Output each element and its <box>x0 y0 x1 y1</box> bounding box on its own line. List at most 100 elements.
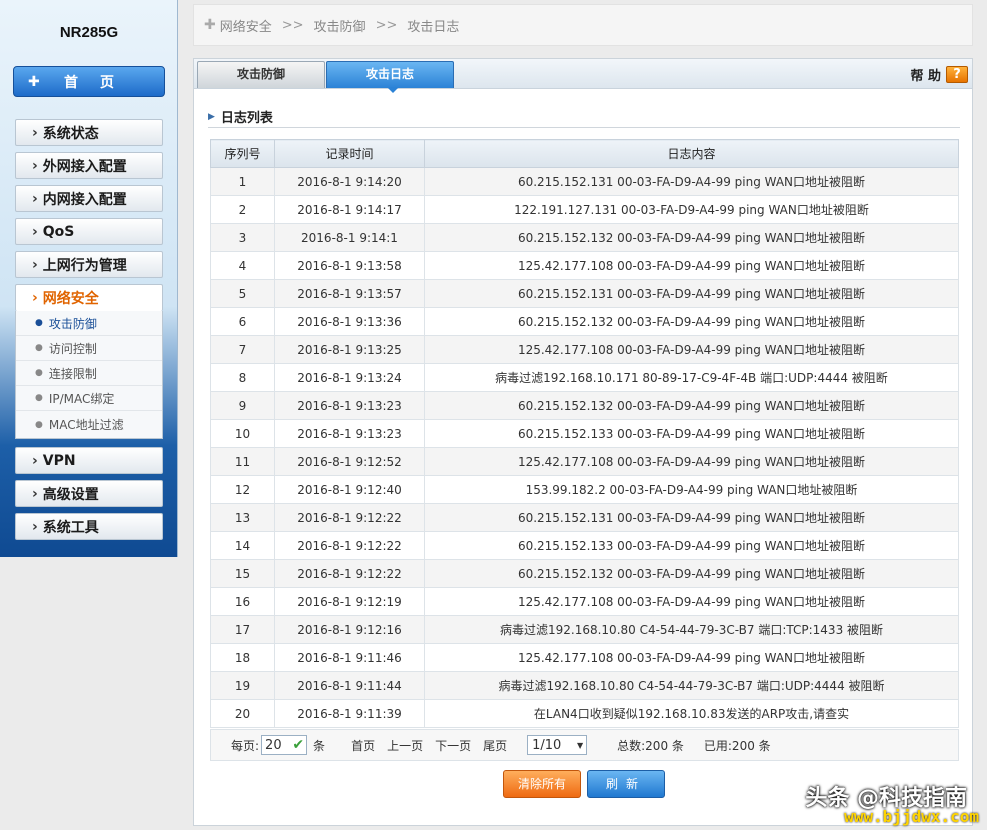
per-page-label: 每页: <box>231 738 260 753</box>
cell-time: 2016-8-1 9:14:17 <box>274 195 425 224</box>
per-page-value: 20 <box>265 737 282 753</box>
menu-item-lan-config[interactable]: › 内网接入配置 <box>15 185 163 212</box>
menu-item-qos[interactable]: › QoS <box>15 218 163 245</box>
submenu-item-connection-limit[interactable]: ● 连接限制 <box>16 361 162 386</box>
cell-content: 60.215.152.131 00-03-FA-D9-A4-99 ping WA… <box>424 167 959 196</box>
menu-item-label: 外网接入配置 <box>42 158 127 175</box>
table-row: 19 2016-8-1 9:11:44 病毒过滤192.168.10.80 C4-5… <box>210 671 959 700</box>
cell-index: 12 <box>210 475 275 504</box>
cell-content: 60.215.152.132 00-03-FA-D9-A4-99 ping WA… <box>424 559 959 588</box>
table-row: 18 2016-8-1 9:11:46 125.42.177.108 00-03-F… <box>210 643 959 672</box>
cell-index: 14 <box>210 531 275 560</box>
cell-content: 122.191.127.131 00-03-FA-D9-A4-99 ping W… <box>424 195 959 224</box>
submenu-item-label: MAC地址过滤 <box>48 418 124 432</box>
cell-time: 2016-8-1 9:13:57 <box>274 279 425 308</box>
chevron-right-icon: › <box>32 124 38 141</box>
watermark-url: www.bjjdwx.com <box>844 807 979 826</box>
prev-page-link[interactable]: 上一页 <box>387 737 423 754</box>
cell-content: 60.215.152.132 00-03-FA-D9-A4-99 ping WA… <box>424 391 959 420</box>
checkmark-icon[interactable]: ✔ <box>292 737 304 753</box>
per-page-input[interactable]: 20 ✔ <box>261 735 308 755</box>
table-row: 9 2016-8-1 9:13:23 60.215.152.132 00-03-FA… <box>210 391 959 420</box>
log-table: 序列号 记录时间 日志内容 1 2016-8-1 9:14:20 60.215.15… <box>210 139 959 728</box>
column-header-time: 记录时间 <box>274 139 425 168</box>
cell-index: 1 <box>210 167 275 196</box>
cell-content: 60.215.152.131 00-03-FA-D9-A4-99 ping WA… <box>424 279 959 308</box>
menu-item-system-tools[interactable]: › 系统工具 <box>15 513 163 540</box>
help-button[interactable]: 帮 助 ? <box>910 65 968 84</box>
submenu-item-attack-defense[interactable]: ● 攻击防御 <box>16 311 162 336</box>
cell-content: 在LAN4口收到疑似192.168.10.83发送的ARP攻击,请查实 <box>424 699 959 728</box>
cell-content: 153.99.182.2 00-03-FA-D9-A4-99 ping WAN口… <box>424 475 959 504</box>
cell-time: 2016-8-1 9:12:40 <box>274 475 425 504</box>
table-row: 2 2016-8-1 9:14:17 122.191.127.131 00-03-F… <box>210 195 959 224</box>
bullet-icon: ● <box>35 343 43 353</box>
cell-time: 2016-8-1 9:11:44 <box>274 671 425 700</box>
menu-item-label: 上网行为管理 <box>42 257 127 274</box>
cell-time: 2016-8-1 9:12:52 <box>274 447 425 476</box>
menu-item-system-status[interactable]: › 系统状态 <box>15 119 163 146</box>
clear-all-button[interactable]: 清除所有 <box>503 770 581 798</box>
tab-attack-log[interactable]: 攻击日志 <box>326 61 454 88</box>
bullet-icon: ● <box>35 393 43 403</box>
cell-index: 6 <box>210 307 275 336</box>
used-count: 已用:200 条 <box>703 738 771 753</box>
cell-content: 125.42.177.108 00-03-FA-D9-A4-99 ping WA… <box>424 447 959 476</box>
chevron-right-icon: › <box>32 290 38 306</box>
cell-time: 2016-8-1 9:11:39 <box>274 699 425 728</box>
menu-item-wan-config[interactable]: › 外网接入配置 <box>15 152 163 179</box>
network-security-submenu: ● 攻击防御 ● 访问控制 ● 连接限制 ● IP/MAC绑定 ● MAC地址过… <box>15 311 163 439</box>
cell-index: 5 <box>210 279 275 308</box>
submenu-item-access-control[interactable]: ● 访问控制 <box>16 336 162 361</box>
breadcrumb-item: 攻击日志 <box>407 19 460 35</box>
menu-item-network-security[interactable]: › 网络安全 <box>15 284 163 311</box>
page-select[interactable]: 1/10 ▼ <box>527 735 588 755</box>
submenu-item-label: 访问控制 <box>48 341 97 356</box>
refresh-button[interactable]: 刷新 <box>587 770 665 798</box>
cell-content: 125.42.177.108 00-03-FA-D9-A4-99 ping WA… <box>424 335 959 364</box>
cell-index: 11 <box>210 447 275 476</box>
tab-attack-defense[interactable]: 攻击防御 <box>197 61 325 88</box>
cell-index: 17 <box>210 615 275 644</box>
table-row: 1 2016-8-1 9:14:20 60.215.152.131 00-03-FA… <box>210 167 959 196</box>
breadcrumb-item: 攻击防御 <box>313 19 366 35</box>
cell-index: 15 <box>210 559 275 588</box>
breadcrumb: ✚ 网络安全 >> 攻击防御 >> 攻击日志 <box>193 4 973 46</box>
home-button-label: 首页 <box>64 74 136 91</box>
menu-item-behavior-management[interactable]: › 上网行为管理 <box>15 251 163 278</box>
submenu-item-ip-mac-binding[interactable]: ● IP/MAC绑定 <box>16 386 162 411</box>
cell-content: 60.215.152.133 00-03-FA-D9-A4-99 ping WA… <box>424 419 959 448</box>
next-page-link[interactable]: 下一页 <box>435 737 471 754</box>
menu-item-advanced-settings[interactable]: › 高级设置 <box>15 480 163 507</box>
device-model: NR285G <box>59 24 119 41</box>
menu-item-label: 高级设置 <box>42 486 99 503</box>
cell-time: 2016-8-1 9:12:19 <box>274 587 425 616</box>
table-row: 12 2016-8-1 9:12:40 153.99.182.2 00-03-FA-… <box>210 475 959 504</box>
cell-index: 3 <box>210 223 275 252</box>
home-button[interactable]: ✚ 首页 <box>13 66 165 97</box>
total-count: 总数:200 条 <box>617 738 684 753</box>
cell-time: 2016-8-1 9:12:22 <box>274 559 425 588</box>
cell-time: 2016-8-1 9:13:24 <box>274 363 425 392</box>
menu-item-label: 网络安全 <box>42 291 99 307</box>
triangle-right-icon: ▶ <box>208 111 215 122</box>
page-select-value: 1/10 <box>532 737 562 753</box>
cell-content: 125.42.177.108 00-03-FA-D9-A4-99 ping WA… <box>424 643 959 672</box>
first-page-link[interactable]: 首页 <box>351 737 375 754</box>
tab-bar: 攻击防御 攻击日志 帮 助 ? <box>194 59 972 89</box>
table-row: 11 2016-8-1 9:12:52 125.42.177.108 00-03-F… <box>210 447 959 476</box>
table-row: 10 2016-8-1 9:13:23 60.215.152.133 00-03-F… <box>210 419 959 448</box>
submenu-item-mac-filter[interactable]: ● MAC地址过滤 <box>16 411 162 438</box>
section-divider <box>208 127 960 128</box>
cell-content: 125.42.177.108 00-03-FA-D9-A4-99 ping WA… <box>424 251 959 280</box>
last-page-link[interactable]: 尾页 <box>483 737 507 754</box>
chevron-right-icon: › <box>32 256 38 273</box>
cell-index: 2 <box>210 195 275 224</box>
chevron-right-icon: › <box>32 518 38 535</box>
cell-time: 2016-8-1 9:13:36 <box>274 307 425 336</box>
menu-item-label: 系统状态 <box>42 125 99 142</box>
cell-time: 2016-8-1 9:13:23 <box>274 391 425 420</box>
menu-item-vpn[interactable]: › VPN <box>15 447 163 474</box>
table-row: 5 2016-8-1 9:13:57 60.215.152.131 00-03-FA… <box>210 279 959 308</box>
breadcrumb-item: 网络安全 <box>219 19 272 35</box>
